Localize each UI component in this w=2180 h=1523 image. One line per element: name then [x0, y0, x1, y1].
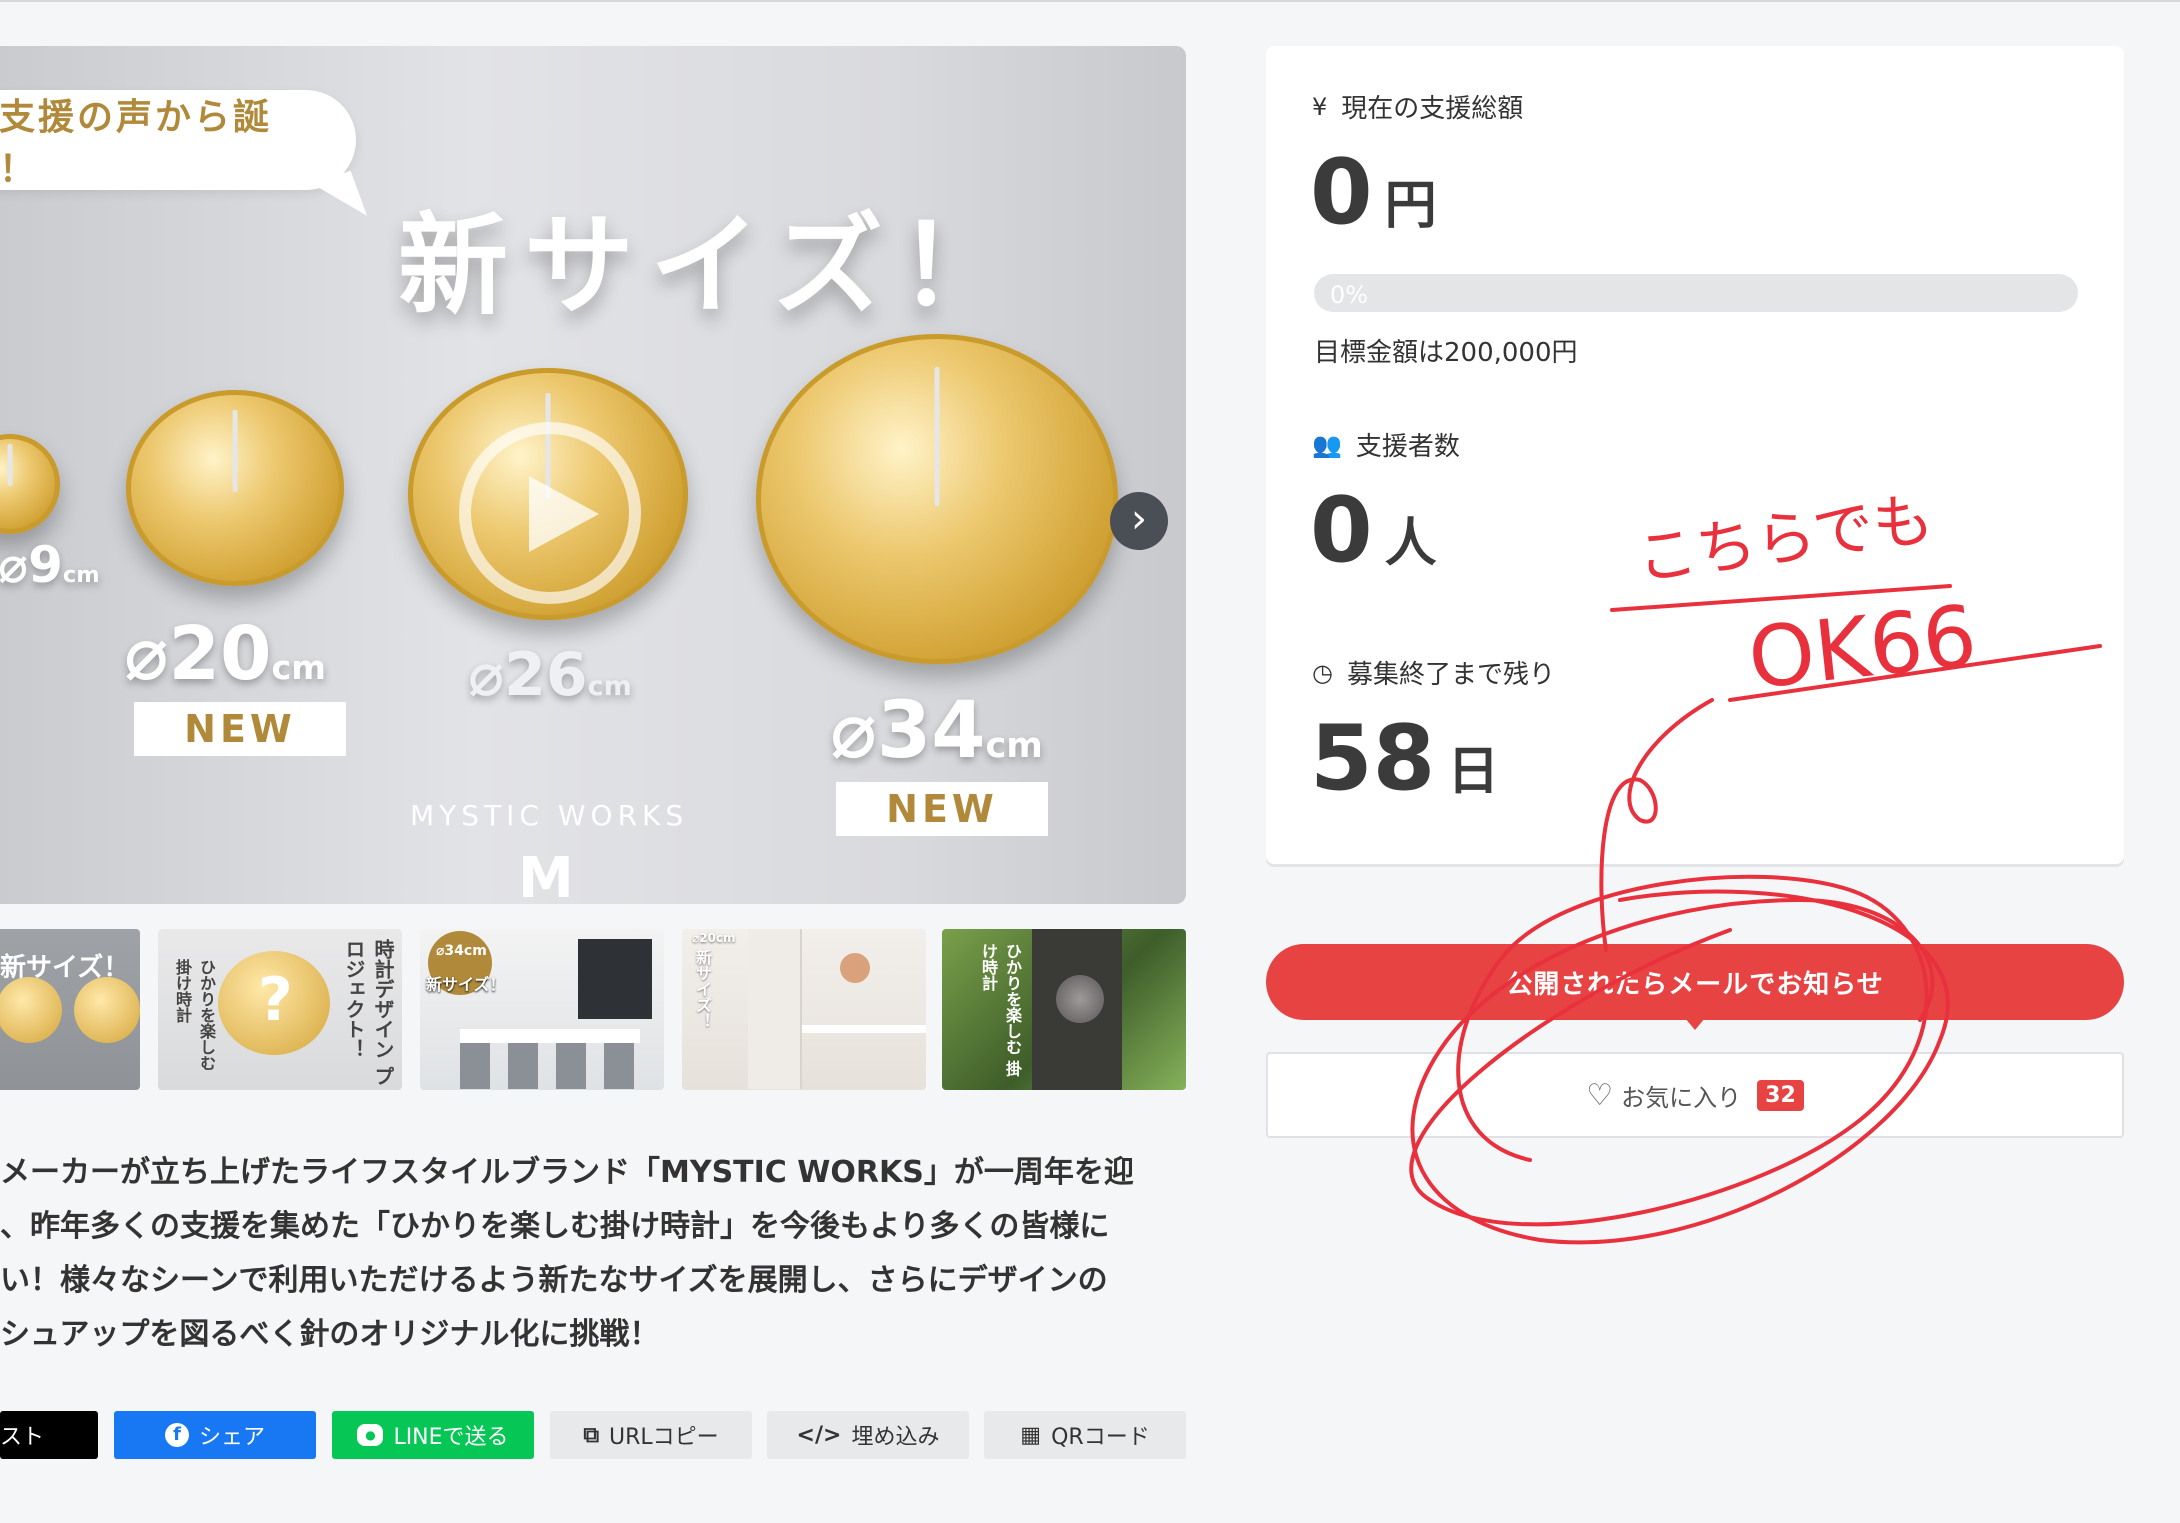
next-slide-button[interactable]: › — [1110, 492, 1168, 550]
brand-name: MYSTIC WORKS — [410, 799, 689, 832]
post-button-label: スト — [0, 1425, 45, 1450]
remaining-label-text: 募集終了まで残り — [1346, 660, 1555, 690]
qr-code-icon: ▦ — [1020, 1422, 1042, 1448]
users-icon: 👥 — [1312, 430, 1342, 459]
size-label-9cm: ⌀9cm — [0, 536, 100, 594]
description-line: メーカーが立ち上げたライフスタイルブランド「MYSTIC WORKS」が一周年を… — [0, 1155, 1134, 1190]
line-share-button[interactable]: ● LINEで送る — [332, 1411, 534, 1459]
thumbnail-caption: ひかりを楽しむ 掛け時計 — [979, 943, 1022, 1077]
favorite-label: お気に入り — [1621, 1083, 1742, 1112]
thumbnail-subcaption: ひかりを楽しむ 掛け時計 — [173, 959, 216, 1071]
funding-progress-bar: 0% — [1314, 274, 2078, 312]
thumbnail-3[interactable]: ⌀34cm 新サイズ！ — [420, 929, 664, 1090]
backers-label-text: 支援者数 — [1355, 432, 1460, 462]
clock-image-9cm — [0, 434, 60, 534]
embed-label: 埋め込み — [851, 1425, 940, 1450]
total-amount-unit: 円 — [1384, 176, 1437, 236]
project-description: メーカーが立ち上げたライフスタイルブランド「MYSTIC WORKS」が一周年を… — [0, 1146, 1186, 1362]
thumbnail-chairs — [460, 1043, 640, 1089]
clock-icon: ◷ — [1312, 658, 1333, 687]
clock-image-34cm — [756, 334, 1118, 664]
hero-headline: 新サイズ！ — [398, 202, 1025, 330]
remaining-value: 58 日 — [1310, 706, 1499, 811]
notify-button-label: 公開されたらメールでお知らせ — [1506, 969, 1884, 1000]
size-label-20cm: ⌀20cm — [124, 611, 326, 697]
progress-percent: 0% — [1330, 281, 1369, 309]
bubble-text: ご支援の声から誕生！ — [0, 97, 273, 190]
clock-image-20cm — [126, 390, 344, 586]
thumbnail-caption: 新サイズ！ — [693, 949, 712, 1029]
thumbnail-1[interactable]: 新サイズ！ — [0, 929, 140, 1090]
brand-logo-icon: M — [518, 846, 574, 904]
post-button[interactable]: スト — [0, 1411, 98, 1459]
remaining-number: 58 — [1310, 706, 1436, 811]
thumbnail-clock — [0, 977, 62, 1043]
thumbnail-caption: 新サイズ！ — [426, 975, 506, 994]
line-icon: ● — [357, 1424, 384, 1446]
thumbnail-window — [578, 939, 652, 1019]
remaining-unit: 日 — [1447, 742, 1500, 802]
total-amount-value: 0円 — [1310, 140, 1437, 245]
speech-bubble: ご支援の声から誕生！ — [0, 90, 356, 190]
notify-button-tail — [1685, 1018, 1705, 1030]
total-amount-number: 0 — [1310, 140, 1373, 245]
backers-unit: 人 — [1384, 514, 1437, 574]
thumbnail-shelf — [748, 929, 802, 1089]
favorite-button[interactable]: ♡ お気に入り 32 — [1266, 1052, 2124, 1138]
thumbnail-4[interactable]: 新サイズ！ ⌀20cm — [682, 929, 926, 1090]
yen-icon: ¥ — [1312, 92, 1328, 121]
embed-button[interactable]: </> 埋め込み — [767, 1411, 969, 1459]
thumbnail-clock — [74, 977, 140, 1043]
thumbnail-5[interactable]: ひかりを楽しむ 掛け時計 — [942, 929, 1186, 1090]
facebook-share-label: シェア — [198, 1425, 265, 1450]
backers-number: 0 — [1310, 478, 1373, 583]
goal-amount: 目標金額は200,000円 — [1314, 338, 1578, 368]
facebook-icon: f — [164, 1423, 189, 1447]
code-icon: </> — [796, 1422, 842, 1448]
top-divider — [0, 0, 2180, 2]
copy-icon: ⧉ — [583, 1422, 600, 1448]
thumbnail-clock — [1056, 975, 1104, 1023]
total-amount-label-text: 現在の支援総額 — [1341, 94, 1524, 124]
total-amount-label: ¥ 現在の支援総額 — [1312, 88, 1523, 125]
qr-code-label: QRコード — [1051, 1425, 1150, 1450]
description-line: い！様々なシーンで利用いただけるよう新たなサイズを展開し、さらにデザインの — [0, 1263, 1108, 1298]
new-badge-20cm: NEW — [134, 702, 346, 756]
size-label-26cm: ⌀26cm — [468, 640, 632, 710]
question-mark-icon: ? — [258, 965, 293, 1035]
remaining-label: ◷ 募集終了まで残り — [1312, 654, 1555, 691]
thumbnail-size-text: ⌀20cm — [692, 931, 736, 945]
backers-value: 0人 — [1310, 478, 1437, 583]
thumbnail-caption: 時計デザイン プロジェクト！ — [342, 939, 395, 1086]
size-label-34cm: ⌀34cm — [830, 686, 1043, 776]
new-badge-34cm: NEW — [836, 782, 1048, 836]
thumbnail-desk — [802, 1025, 926, 1033]
backers-label: 👥 支援者数 — [1312, 426, 1460, 463]
line-share-label: LINEで送る — [393, 1425, 509, 1450]
chevron-right-icon: › — [1131, 496, 1147, 542]
thumbnail-size-text: ⌀34cm — [436, 943, 487, 959]
notify-by-email-button[interactable]: 公開されたらメールでお知らせ — [1266, 944, 2124, 1020]
funding-stats-panel: ¥ 現在の支援総額 0円 0% 目標金額は200,000円 👥 支援者数 0人 ◷ 募… — [1266, 46, 2124, 864]
heart-icon: ♡ — [1586, 1077, 1614, 1113]
description-line: 、昨年多くの支援を集めた「ひかりを楽しむ掛け時計」を今後もより多くの皆様に — [0, 1209, 1110, 1244]
url-copy-button[interactable]: ⧉ URLコピー — [550, 1411, 752, 1459]
facebook-share-button[interactable]: f シェア — [114, 1411, 316, 1459]
thumbnail-2[interactable]: ? 時計デザイン プロジェクト！ ひかりを楽しむ 掛け時計 — [158, 929, 402, 1090]
thumbnail-table — [460, 1029, 640, 1043]
favorite-count-badge: 32 — [1757, 1079, 1804, 1111]
description-line: シュアップを図るべく針のオリジナル化に挑戦！ — [0, 1317, 660, 1352]
url-copy-label: URLコピー — [609, 1425, 719, 1450]
play-video-button[interactable] — [459, 422, 641, 604]
thumbnail-clock — [840, 953, 870, 983]
hero-image[interactable]: ご支援の声から誕生！ 新サイズ！ ⌀9cm ⌀20cm NEW ⌀26cm ⌀3… — [0, 46, 1186, 904]
qr-code-button[interactable]: ▦ QRコード — [984, 1411, 1186, 1459]
